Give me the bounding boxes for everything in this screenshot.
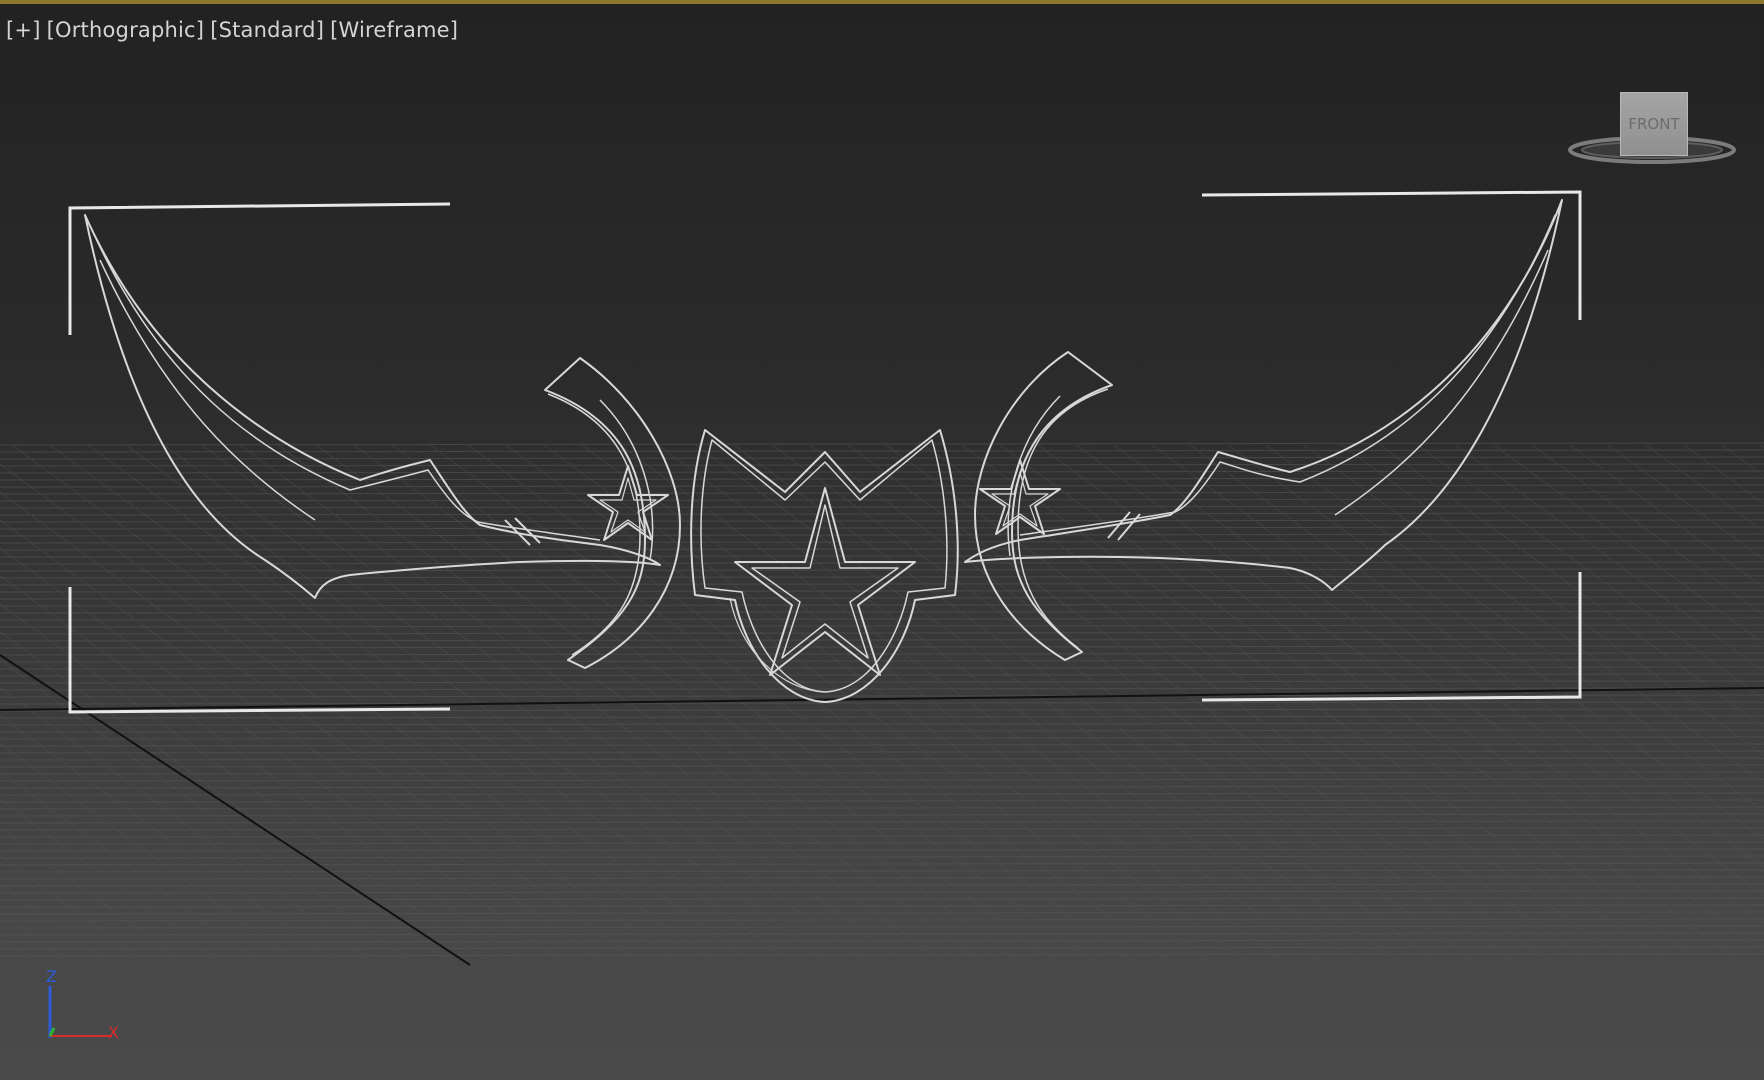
axis-tripod: Z X [46, 968, 119, 1038]
viewport-point-of-view-menu[interactable]: [Orthographic] [47, 18, 205, 42]
ground-grid [0, 442, 1764, 961]
x-axis-label: X [108, 1023, 119, 1038]
viewport-shading-preset-menu[interactable]: [Standard] [210, 18, 324, 42]
z-axis-label: Z [46, 968, 57, 986]
viewport-label-menu[interactable]: [+] [Orthographic] [Standard] [Wireframe… [6, 18, 458, 42]
viewcube[interactable]: FRONT [1560, 88, 1740, 183]
left-small-star[interactable] [587, 465, 669, 541]
viewport-general-menu[interactable]: [+] [6, 18, 41, 42]
scene-canvas[interactable] [0, 0, 1764, 1080]
viewcube-face-label: FRONT [1628, 115, 1680, 133]
right-blade[interactable] [964, 199, 1563, 591]
perspective-viewport[interactable]: [+] [Orthographic] [Standard] [Wireframe… [0, 0, 1764, 1080]
viewport-display-style-menu[interactable]: [Wireframe] [330, 18, 458, 42]
viewcube-front-face[interactable]: FRONT [1620, 92, 1688, 156]
